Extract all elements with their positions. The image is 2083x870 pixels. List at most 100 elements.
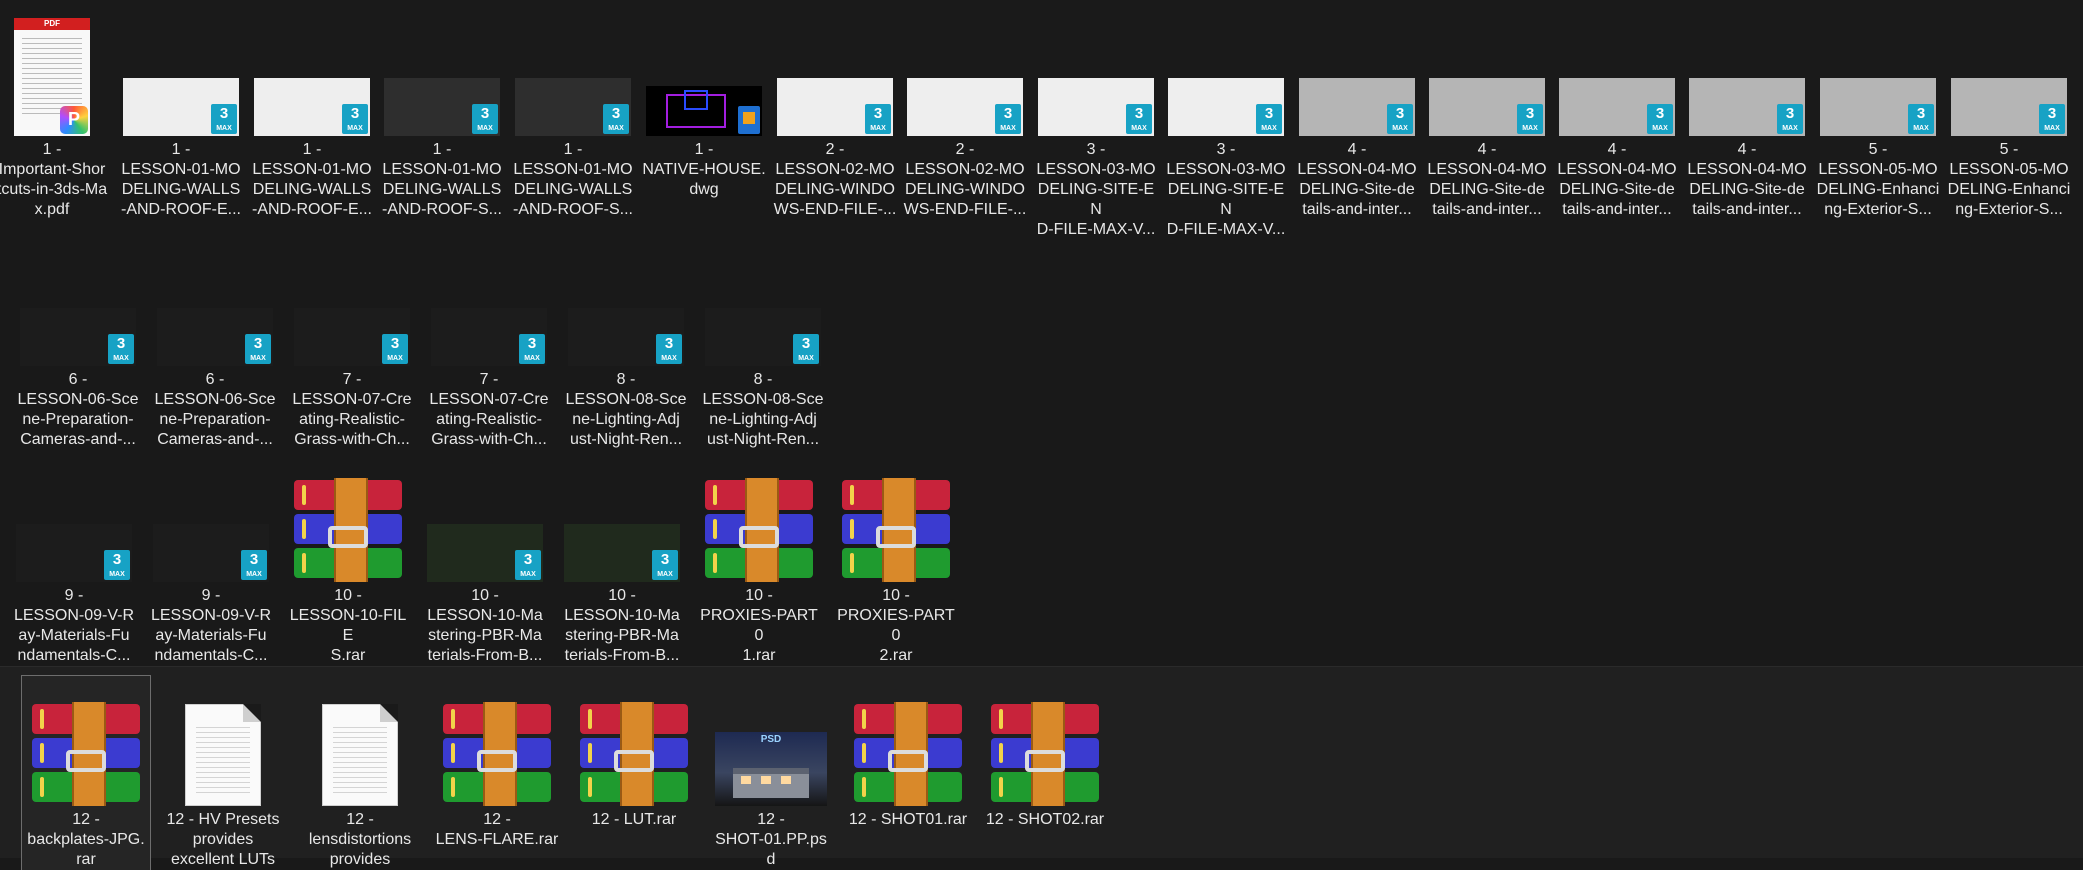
text-line [333, 732, 387, 733]
file-name-line: 2 - [955, 141, 975, 158]
file-thumbnail[interactable]: 3 MAX [1162, 12, 1290, 136]
file-thumbnail[interactable] [296, 678, 424, 806]
file-item[interactable]: 3 MAX 2 - LESSON-02-MO DELING-WINDO WS-END-FI… [771, 10, 899, 220]
file-thumbnail[interactable]: 3 MAX [1553, 12, 1681, 136]
file-item[interactable]: 12 - SHOT01.rar [844, 676, 972, 830]
file-item[interactable]: 3 MAX 3 - LESSON-03-MO DELING-SITE-EN D-FILE-… [1162, 10, 1290, 240]
file-thumbnail[interactable] [570, 678, 698, 806]
file-name-line: DELING-Site-de [1689, 181, 1805, 198]
file-thumbnail[interactable]: 3 MAX [1945, 12, 2073, 136]
file-item[interactable]: 3 MAX 4 - LESSON-04-MO DELING-Site-de tails-a… [1293, 10, 1421, 220]
file-thumbnail[interactable]: 3 MAX [901, 12, 1029, 136]
file-thumbnail[interactable]: 3 MAX [771, 12, 899, 136]
file-name-line: terials-From-B... [427, 647, 543, 664]
archive-spine [302, 553, 306, 573]
file-item[interactable]: 3 MAX 10 - LESSON-10-Ma stering-PBR-Ma terial… [558, 468, 686, 666]
file-thumbnail[interactable]: 3 MAX [14, 302, 142, 366]
file-item[interactable]: 3 MAX 1 - LESSON-01-MO DELING-WALLS -AND-ROOF… [509, 10, 637, 220]
file-item[interactable]: PDF P 1 - Important-Shor tcuts-in-3ds-Ma x.pd… [0, 10, 116, 220]
file-item[interactable]: 12 - LUT.rar [570, 676, 698, 830]
file-thumbnail[interactable] [695, 470, 823, 582]
file-item[interactable]: 3 MAX 1 - LESSON-01-MO DELING-WALLS -AND-ROOF… [248, 10, 376, 220]
file-item[interactable]: 3 MAX 9 - LESSON-09-V-R ay-Materials-Fu ndame… [147, 468, 275, 666]
max-thumbnail: 3 MAX [1038, 78, 1154, 136]
file-item[interactable]: 3 MAX 5 - LESSON-05-MO DELING-Enhanci ng-Exte… [1945, 10, 2073, 220]
file-thumbnail[interactable] [981, 678, 1109, 806]
file-item[interactable]: 12 - HV Presets provides excellent LUTs [159, 676, 287, 870]
file-item[interactable]: 3 MAX 6 - LESSON-06-Sce ne-Preparation- Camer… [151, 300, 279, 450]
file-thumbnail[interactable] [433, 678, 561, 806]
table-line [22, 73, 82, 74]
file-item[interactable]: 10 - PROXIES-PART0 1.rar [695, 468, 823, 666]
file-thumbnail[interactable] [844, 678, 972, 806]
file-item[interactable]: 3 MAX 7 - LESSON-07-Cre ating-Realistic- Gras… [288, 300, 416, 450]
file-item[interactable]: 3 MAX 9 - LESSON-09-V-R ay-Materials-Fu ndame… [10, 468, 138, 666]
file-name-line: dwg [689, 181, 719, 198]
file-item[interactable]: 3 MAX 4 - LESSON-04-MO DELING-Site-de tails-a… [1553, 10, 1681, 220]
text-line [196, 772, 250, 773]
file-item[interactable]: 12 - backplates-JPG. rar [21, 675, 151, 870]
file-item[interactable]: PSD 12 - SHOT-01.PP.ps d [707, 676, 835, 870]
max-badge-text: MAX [246, 571, 262, 578]
file-name-line: provides [329, 851, 391, 868]
file-thumbnail[interactable]: 3 MAX [425, 302, 553, 366]
file-thumbnail[interactable] [284, 470, 412, 582]
file-thumbnail[interactable]: 3 MAX [1683, 12, 1811, 136]
file-item[interactable]: 3 MAX 3 - LESSON-03-MO DELING-SITE-EN D-FILE-… [1032, 10, 1160, 240]
file-thumbnail[interactable]: 3 MAX [117, 12, 245, 136]
file-item[interactable]: 3 MAX 10 - LESSON-10-Ma stering-PBR-Ma terial… [421, 468, 549, 666]
file-thumbnail[interactable]: 3 MAX [378, 12, 506, 136]
file-item[interactable]: 10 - PROXIES-PART0 2.rar [832, 468, 960, 666]
file-thumbnail[interactable]: 3 MAX [1293, 12, 1421, 136]
file-thumbnail[interactable]: 3 MAX [1814, 12, 1942, 136]
file-thumbnail[interactable]: 3 MAX [558, 470, 686, 582]
file-item[interactable]: 3 MAX 1 - LESSON-01-MO DELING-WALLS -AND-ROOF… [117, 10, 245, 220]
file-item[interactable]: 3 MAX 2 - LESSON-02-MO DELING-WINDO WS-END-FI… [901, 10, 1029, 220]
file-thumbnail[interactable]: 3 MAX [562, 302, 690, 366]
house-window [781, 776, 791, 784]
file-item[interactable]: 3 MAX 1 - LESSON-01-MO DELING-WALLS -AND-ROOF… [378, 10, 506, 220]
max-badge-number: 3 [1785, 105, 1795, 122]
file-item[interactable]: 3 MAX 6 - LESSON-06-Sce ne-Preparation- Camer… [14, 300, 142, 450]
file-item[interactable]: 3 MAX 5 - LESSON-05-MO DELING-Enhanci ng-Exte… [1814, 10, 1942, 220]
file-thumbnail[interactable]: 3 MAX [1423, 12, 1551, 136]
archive-buckle [876, 526, 916, 548]
3ds-max-icon: 3 MAX [1647, 104, 1673, 134]
file-thumbnail[interactable]: 3 MAX [1032, 12, 1160, 136]
file-thumbnail[interactable]: 3 MAX [699, 302, 827, 366]
file-thumbnail[interactable] [22, 678, 150, 806]
file-item[interactable]: 12 - lensdistortions provides [296, 676, 424, 870]
file-thumbnail[interactable] [159, 678, 287, 806]
file-name-label: 1 - LESSON-01-MO DELING-WALLS -AND-ROOF-S..… [509, 140, 637, 220]
file-thumbnail[interactable] [832, 470, 960, 582]
file-item[interactable]: 10 - LESSON-10-FILE S.rar [284, 468, 412, 666]
file-item[interactable]: 12 - LENS-FLARE.rar [433, 676, 561, 850]
dwg-drawing-thumbnail [646, 86, 762, 136]
file-item[interactable]: 3 MAX 8 - LESSON-08-Sce ne-Lighting-Adj ust-N… [699, 300, 827, 450]
file-thumbnail[interactable]: 3 MAX [248, 12, 376, 136]
file-item[interactable]: 3 MAX 8 - LESSON-08-Sce ne-Lighting-Adj ust-N… [562, 300, 690, 450]
file-thumbnail[interactable]: PSD [707, 678, 835, 806]
file-item[interactable]: 12 - SHOT02.rar [981, 676, 1109, 830]
max-badge-number: 3 [112, 551, 122, 568]
max-thumbnail: 3 MAX [20, 308, 136, 366]
floor-plan-room [684, 90, 708, 110]
file-thumbnail[interactable]: 3 MAX [288, 302, 416, 366]
file-name-line: 12 - HV Presets [166, 811, 280, 828]
max-badge-number: 3 [2047, 105, 2057, 122]
max-badge-number: 3 [1525, 105, 1535, 122]
file-item[interactable]: 1 - NATIVE-HOUSE. dwg [640, 10, 768, 200]
file-name-line: x.pdf [34, 201, 70, 218]
file-thumbnail[interactable]: 3 MAX [10, 470, 138, 582]
file-thumbnail[interactable]: 3 MAX [151, 302, 279, 366]
file-thumbnail[interactable] [640, 12, 768, 136]
file-thumbnail[interactable]: 3 MAX [147, 470, 275, 582]
file-thumbnail[interactable]: PDF P [0, 12, 116, 136]
file-item[interactable]: 3 MAX 4 - LESSON-04-MO DELING-Site-de tails-a… [1683, 10, 1811, 220]
file-thumbnail[interactable]: 3 MAX [421, 470, 549, 582]
max-thumbnail: 3 MAX [515, 78, 631, 136]
file-item[interactable]: 3 MAX 4 - LESSON-04-MO DELING-Site-de tails-a… [1423, 10, 1551, 220]
file-name-line: DELING-Enhanci [1816, 181, 1940, 198]
file-thumbnail[interactable]: 3 MAX [509, 12, 637, 136]
file-item[interactable]: 3 MAX 7 - LESSON-07-Cre ating-Realistic- Gras… [425, 300, 553, 450]
